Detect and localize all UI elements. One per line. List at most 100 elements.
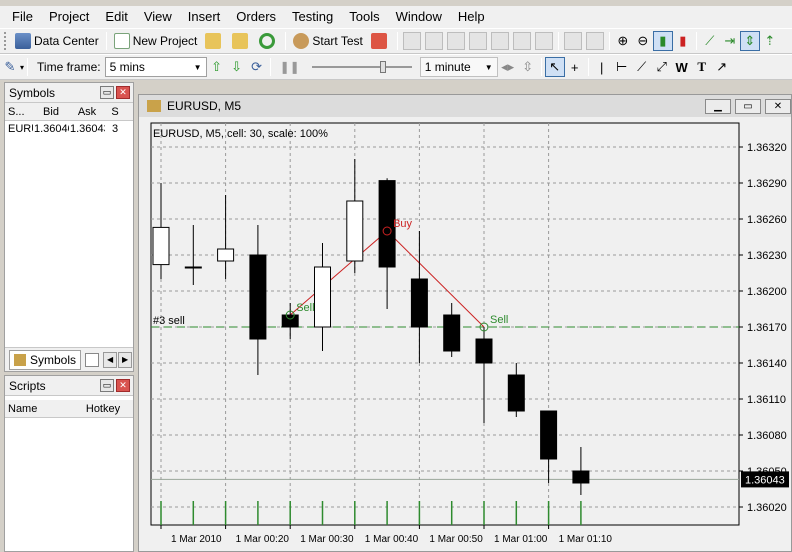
data-center-button[interactable]: Data Center <box>11 30 103 52</box>
tab-symbols[interactable]: Symbols <box>9 349 82 370</box>
candle-body[interactable] <box>443 314 461 352</box>
zoom-in-icon[interactable]: ⊕ <box>613 31 633 51</box>
menu-insert[interactable]: Insert <box>180 6 229 28</box>
new-order-icon[interactable] <box>402 32 421 50</box>
symbol-cell: EURU: <box>8 123 33 135</box>
timeframe-select[interactable]: 5 mins ▼ <box>104 57 207 77</box>
restore-icon[interactable]: ▭ <box>100 86 114 99</box>
spread-cell: 3 <box>111 123 119 135</box>
chart-window-titlebar[interactable]: EURUSD, M5 ▁ ▭ ✕ <box>139 95 791 117</box>
candle-body[interactable] <box>507 374 525 412</box>
close-icon[interactable]: ✕ <box>116 86 130 99</box>
candle-body[interactable] <box>184 266 202 269</box>
money-icon[interactable] <box>563 32 582 50</box>
test-settings-button[interactable] <box>367 30 394 52</box>
column-header[interactable]: Name <box>5 403 75 415</box>
text-icon[interactable]: T <box>692 57 712 77</box>
toolbar-grip[interactable] <box>4 32 8 50</box>
toolbar-separator <box>695 32 697 50</box>
menu-view[interactable]: View <box>136 6 180 28</box>
column-header[interactable]: Ask <box>69 106 105 118</box>
menu-tools[interactable]: Tools <box>341 6 387 28</box>
crosshair-icon[interactable]: + <box>565 57 585 77</box>
scroll-right-icon[interactable]: ▶ <box>118 351 133 368</box>
cursor-icon[interactable]: ↖ <box>544 57 565 77</box>
minimize-icon[interactable]: ▁ <box>705 98 731 114</box>
zoom-out-icon[interactable]: ⊖ <box>633 31 653 51</box>
candle-body[interactable] <box>346 200 364 262</box>
list-tab-icon[interactable] <box>85 352 100 367</box>
scroll-left-icon[interactable]: ◀ <box>103 351 118 368</box>
spread-icon[interactable]: ◂▸ <box>498 57 518 77</box>
dropdown-arrow-icon[interactable]: ▾ <box>20 63 24 72</box>
candle-body[interactable] <box>249 254 267 340</box>
column-header[interactable]: S <box>105 106 125 118</box>
chart-pencil-icon <box>370 33 387 49</box>
speed-icon[interactable]: ⟳ <box>247 57 267 77</box>
menu-help[interactable]: Help <box>450 6 493 28</box>
line-chart-icon[interactable]: ⟋ <box>700 31 720 51</box>
horizontal-line-icon[interactable]: ⊢ <box>612 57 632 77</box>
y-tick-label: 1.36170 <box>747 322 787 334</box>
arrow-tool-icon[interactable]: ↗ <box>712 57 732 77</box>
candle-body[interactable] <box>540 410 558 460</box>
refresh-button[interactable] <box>255 30 282 52</box>
wave-icon[interactable]: W <box>672 57 692 77</box>
timeframe-value: 5 mins <box>109 60 145 74</box>
arrow-up-icon[interactable]: ⇧ <box>207 57 227 77</box>
candle-body[interactable] <box>217 248 235 262</box>
column-header[interactable]: Hotkey <box>75 403 131 415</box>
pause-icon[interactable]: ❚❚ <box>280 60 300 74</box>
maximize-icon[interactable]: ▭ <box>735 98 761 114</box>
table-row[interactable]: EURU: 1.36040 1.36043 3 <box>5 121 133 137</box>
candle-body[interactable] <box>314 266 331 328</box>
speed-slider[interactable] <box>311 61 412 73</box>
candles-icon[interactable]: ▮ <box>652 31 673 51</box>
new-project-button[interactable]: New Project <box>110 30 202 52</box>
arrow-down-icon[interactable]: ⇩ <box>227 57 247 77</box>
menu-orders[interactable]: Orders <box>228 6 284 28</box>
chart-shift-icon[interactable]: ⇕ <box>739 31 760 51</box>
pen-icon[interactable]: ✎ <box>0 57 20 77</box>
check-all-icon[interactable] <box>490 32 509 50</box>
toolbar-separator <box>540 58 542 76</box>
grid-icon[interactable]: ⇡ <box>760 31 780 51</box>
menu-edit[interactable]: Edit <box>97 6 135 28</box>
close-icon[interactable]: ✕ <box>116 379 130 392</box>
candle-body[interactable] <box>572 470 590 484</box>
ray-icon[interactable]: ⤢ <box>652 57 672 77</box>
close-icon[interactable]: ✕ <box>765 98 791 114</box>
confirm-icon[interactable] <box>512 32 531 50</box>
chart-window-title: EURUSD, M5 <box>167 99 242 113</box>
menu-window[interactable]: Window <box>388 6 450 28</box>
vertical-line-icon[interactable]: | <box>592 57 612 77</box>
start-test-button[interactable]: Start Test <box>289 30 366 52</box>
candle-body[interactable] <box>281 314 299 328</box>
pending-order-icon[interactable] <box>424 32 443 50</box>
autoscroll-icon[interactable]: ⇥ <box>720 31 740 51</box>
column-header[interactable]: Bid <box>33 106 69 118</box>
new-project-icon <box>113 33 130 49</box>
y-tick-label: 1.36080 <box>747 430 787 442</box>
range-icon[interactable]: ⇳ <box>518 57 538 77</box>
price-chart[interactable]: 1.36320 1.36290 1.36260 1.36230 1.36200 1.361… <box>139 117 791 551</box>
column-header[interactable]: S... <box>5 106 33 118</box>
candle-body[interactable] <box>410 278 428 328</box>
delete-order-icon[interactable] <box>534 32 553 50</box>
money-alt-icon[interactable] <box>585 32 604 50</box>
speed-slider-thumb[interactable] <box>379 61 386 73</box>
open-project-button[interactable] <box>201 30 228 52</box>
bars-icon[interactable]: ▮ <box>673 31 693 51</box>
check-order-icon[interactable] <box>468 32 487 50</box>
menu-project[interactable]: Project <box>41 6 97 28</box>
menu-file[interactable]: File <box>4 6 41 28</box>
candle-body[interactable] <box>152 226 170 266</box>
candle-body[interactable] <box>475 338 493 364</box>
menu-testing[interactable]: Testing <box>284 6 341 28</box>
speed-select[interactable]: 1 minute ▼ <box>419 57 498 77</box>
symbols-panel-title: Symbols <box>9 85 56 100</box>
trendline-icon[interactable]: ⟋ <box>632 57 652 77</box>
restore-icon[interactable]: ▭ <box>100 379 114 392</box>
save-project-button[interactable] <box>228 30 255 52</box>
modify-order-icon[interactable] <box>446 32 465 50</box>
